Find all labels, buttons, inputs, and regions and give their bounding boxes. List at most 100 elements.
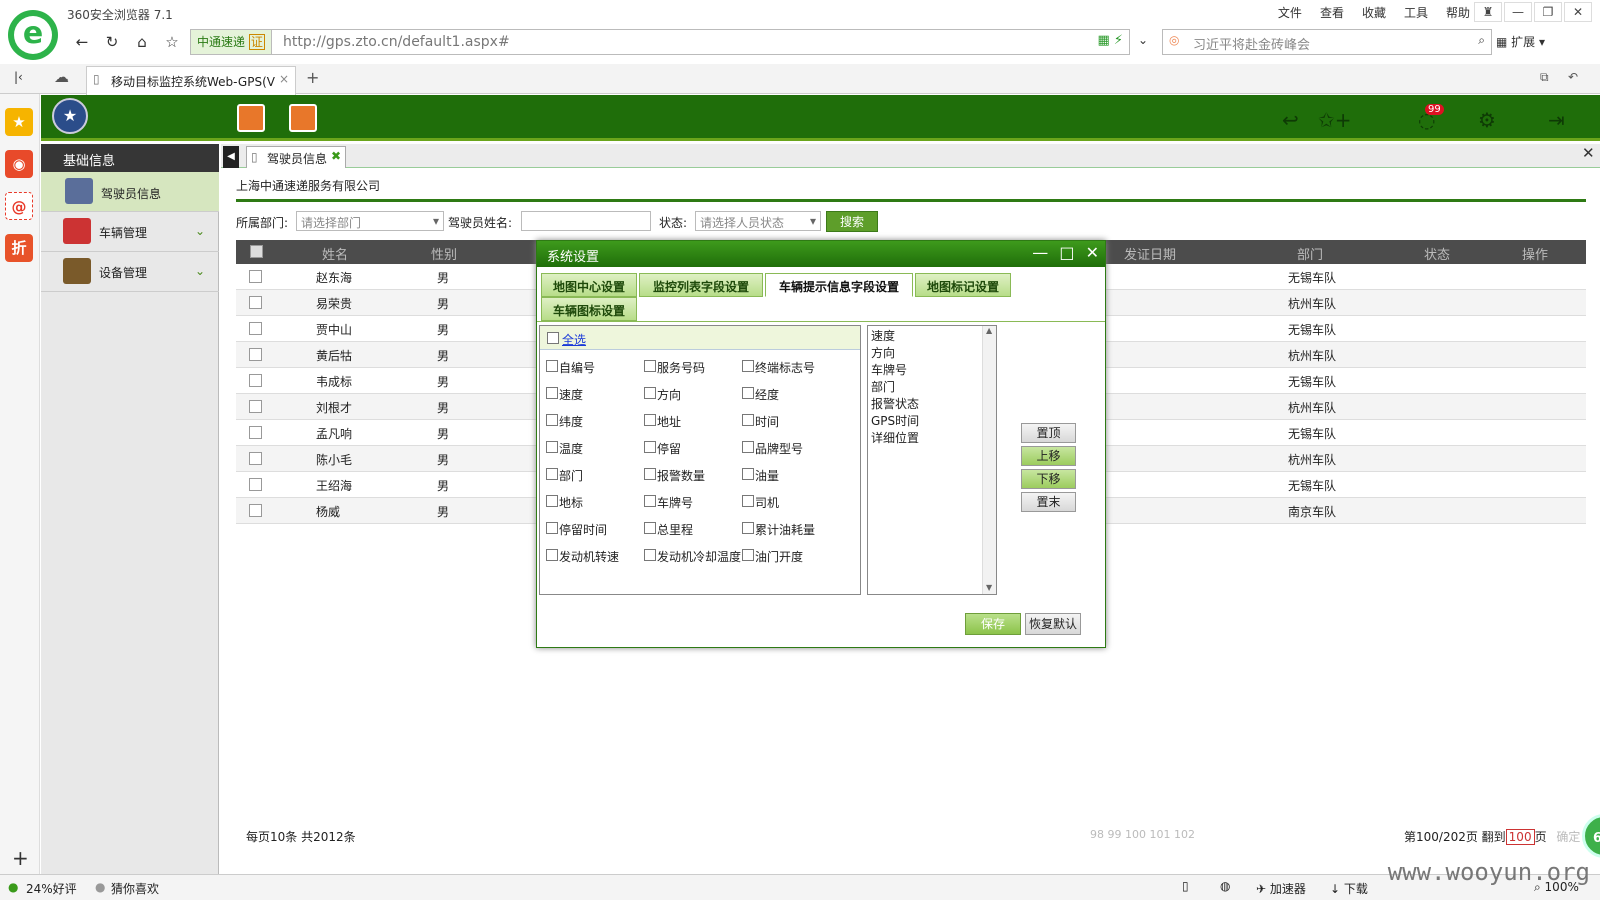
col-status[interactable]: 状态 xyxy=(1424,244,1450,263)
list-item[interactable]: 速度 xyxy=(871,327,895,344)
restore-icon[interactable]: ⧉ xyxy=(1540,70,1549,85)
row-checkbox[interactable] xyxy=(249,452,262,465)
field-checkbox[interactable] xyxy=(742,522,754,534)
content-tab-driver[interactable]: ▯ 驾驶员信息 ✖ xyxy=(246,146,346,168)
status-select[interactable]: 请选择人员状态 ▾ xyxy=(695,211,821,231)
row-checkbox[interactable] xyxy=(249,322,262,335)
tab-vehicle-tip-fields[interactable]: 车辆提示信息字段设置 xyxy=(765,273,913,297)
field-checkbox[interactable] xyxy=(644,441,656,453)
mail-icon[interactable]: @ xyxy=(5,192,33,220)
add-sidebar-icon[interactable]: + xyxy=(12,846,29,870)
move-down-button[interactable]: 下移 xyxy=(1021,469,1076,489)
map-location-icon[interactable] xyxy=(289,104,317,132)
row-checkbox[interactable] xyxy=(249,400,262,413)
field-checkbox[interactable] xyxy=(644,414,656,426)
field-checkbox[interactable] xyxy=(546,414,558,426)
download-button[interactable]: ↓ 下载 xyxy=(1330,880,1368,897)
field-checkbox[interactable] xyxy=(644,387,656,399)
browser-tab[interactable]: ▯ 移动目标监控系统Web-GPS(V × xyxy=(86,66,296,95)
minimize-button[interactable]: — xyxy=(1504,2,1532,22)
selected-fields-list[interactable]: 速度 方向 车牌号 部门 报警状态 GPS时间 详细位置 ▲ ▼ xyxy=(867,325,997,595)
map-tool-icon[interactable] xyxy=(237,104,265,132)
search-icon[interactable]: ⌕ xyxy=(1478,33,1485,48)
dialog-minimize-icon[interactable]: — xyxy=(1032,243,1048,262)
tab-vehicle-icon[interactable]: 车辆图标设置 xyxy=(541,297,637,321)
menu-item-help[interactable]: 帮助 xyxy=(1446,4,1470,21)
field-checkbox[interactable] xyxy=(742,387,754,399)
back-icon[interactable]: ← xyxy=(70,31,94,53)
field-checkbox[interactable] xyxy=(742,414,754,426)
col-name[interactable]: 姓名 xyxy=(322,244,348,263)
field-checkbox[interactable] xyxy=(742,360,754,372)
menu-item-favorites[interactable]: 收藏 xyxy=(1362,4,1386,21)
col-actions[interactable]: 操作 xyxy=(1522,244,1548,263)
url-text[interactable]: http://gps.zto.cn/default1.aspx# xyxy=(283,34,510,50)
search-button[interactable]: 搜索 xyxy=(826,211,878,232)
tab-map-center[interactable]: 地图中心设置 xyxy=(541,273,637,297)
list-item[interactable]: 报警状态 xyxy=(871,395,919,412)
field-checkbox[interactable] xyxy=(644,468,656,480)
menu-item-file[interactable]: 文件 xyxy=(1278,4,1302,21)
field-checkbox[interactable] xyxy=(644,495,656,507)
dept-select[interactable]: 请选择部门 ▾ xyxy=(296,211,444,231)
row-checkbox[interactable] xyxy=(249,348,262,361)
discount-icon[interactable]: 折 xyxy=(5,234,33,262)
sidebar-item-driver[interactable]: 驾驶员信息 xyxy=(41,172,219,212)
exit-icon[interactable]: ⇥ xyxy=(1548,108,1565,132)
select-all-rows-checkbox[interactable] xyxy=(250,245,263,258)
pager-pages[interactable]: 98 99 100 101 102 xyxy=(1090,828,1195,841)
move-top-button[interactable]: 置顶 xyxy=(1021,423,1076,443)
field-checkbox[interactable] xyxy=(742,468,754,480)
sidebar-item-vehicle[interactable]: 车辆管理 ⌄ xyxy=(41,212,219,252)
name-input[interactable] xyxy=(521,211,651,231)
close-window-button[interactable]: ✕ xyxy=(1564,2,1592,22)
field-checkbox[interactable] xyxy=(644,549,656,561)
field-checkbox[interactable] xyxy=(742,441,754,453)
go-button[interactable]: 确定 xyxy=(1556,830,1580,844)
row-checkbox[interactable] xyxy=(249,478,262,491)
undo-close-icon[interactable]: ↶ xyxy=(1568,70,1578,84)
list-item[interactable]: 部门 xyxy=(871,378,895,395)
row-checkbox[interactable] xyxy=(249,296,262,309)
browser-icon[interactable]: ◍ xyxy=(1220,879,1230,893)
extend-button[interactable]: ▦ 扩展 ▾ xyxy=(1496,33,1545,50)
scrollbar[interactable]: ▲ ▼ xyxy=(982,326,996,594)
field-checkbox[interactable] xyxy=(742,549,754,561)
move-up-button[interactable]: 上移 xyxy=(1021,446,1076,466)
dialog-close-icon[interactable]: ✕ xyxy=(1086,243,1099,262)
row-checkbox[interactable] xyxy=(249,504,262,517)
col-dept[interactable]: 部门 xyxy=(1297,244,1323,263)
cloud-icon[interactable]: ☁ xyxy=(54,68,69,86)
new-tab-icon[interactable]: + xyxy=(306,68,319,87)
settings-gear-icon[interactable]: ⚙ xyxy=(1478,108,1496,132)
field-checkbox[interactable] xyxy=(546,495,558,507)
favorite-add-icon[interactable]: ✩+ xyxy=(1318,108,1352,132)
col-license-date[interactable]: 发证日期 xyxy=(1124,244,1176,263)
home-icon[interactable]: ⌂ xyxy=(130,31,154,53)
cert-label[interactable]: 中通速递 证 xyxy=(191,30,272,54)
close-tab-icon[interactable]: × xyxy=(279,72,289,86)
search-input[interactable]: ◎ 习近平将赴金砖峰会 ⌕ xyxy=(1162,29,1492,55)
save-button[interactable]: 保存 xyxy=(965,613,1021,635)
row-checkbox[interactable] xyxy=(249,374,262,387)
sidebar-item-device[interactable]: 设备管理 ⌄ xyxy=(41,252,219,292)
tab-map-marker[interactable]: 地图标记设置 xyxy=(915,273,1011,297)
maximize-button[interactable]: ❐ xyxy=(1534,2,1562,22)
col-gender[interactable]: 性别 xyxy=(431,244,457,263)
field-checkbox[interactable] xyxy=(644,360,656,372)
reset-default-button[interactable]: 恢复默认 xyxy=(1025,613,1081,635)
list-item[interactable]: 方向 xyxy=(871,344,895,361)
search-engine-icon[interactable]: ◎ xyxy=(1169,33,1179,47)
favorite-star-icon[interactable]: ☆ xyxy=(160,31,184,53)
favorites-star-icon[interactable]: ★ xyxy=(5,108,33,136)
field-checkbox[interactable] xyxy=(546,468,558,480)
guess-like-link[interactable]: 猜你喜欢 xyxy=(111,880,159,897)
row-checkbox[interactable] xyxy=(249,270,262,283)
field-checkbox[interactable] xyxy=(546,360,558,372)
list-item[interactable]: 车牌号 xyxy=(871,361,907,378)
menu-item-tools[interactable]: 工具 xyxy=(1404,4,1428,21)
field-checkbox[interactable] xyxy=(546,549,558,561)
list-item[interactable]: GPS时间 xyxy=(871,412,919,429)
weibo-icon[interactable]: ◉ xyxy=(5,150,33,178)
close-tab-icon[interactable]: ✖ xyxy=(331,149,341,163)
